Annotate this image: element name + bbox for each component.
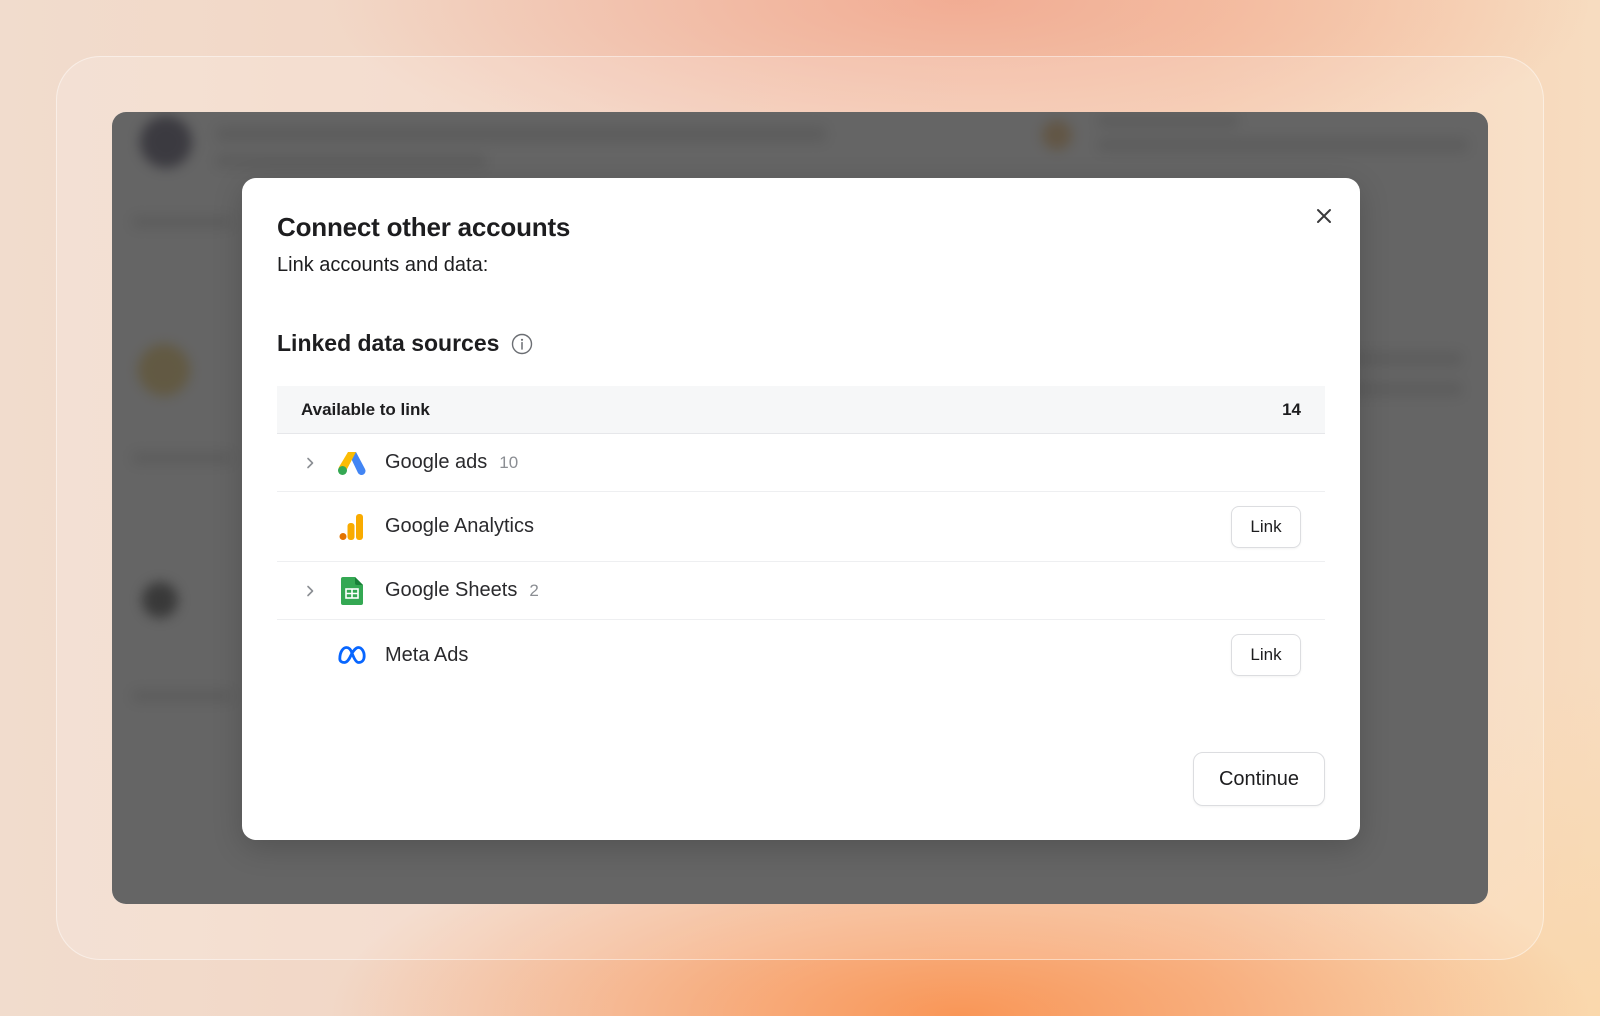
link-google-analytics-button[interactable]: Link <box>1231 505 1301 548</box>
data-sources-table: Available to link 14 Google ads 10 Googl… <box>277 386 1325 690</box>
info-icon[interactable] <box>511 333 533 355</box>
table-header: Available to link 14 <box>277 386 1325 434</box>
source-name: Meta Ads <box>385 644 468 667</box>
source-label: Google Analytics <box>385 515 534 537</box>
source-label: Google Sheets <box>385 579 518 601</box>
source-label: Meta Ads <box>385 643 469 666</box>
source-count: 10 <box>499 453 519 472</box>
close-button[interactable] <box>1308 200 1340 232</box>
section-header: Linked data sources <box>277 330 533 357</box>
source-name: Google Sheets 2 <box>385 579 539 602</box>
source-name: Google Analytics <box>385 515 534 538</box>
table-header-count: 14 <box>1282 399 1301 419</box>
chevron-right-icon[interactable] <box>303 456 317 470</box>
google-analytics-icon <box>337 512 367 542</box>
source-name: Google ads 10 <box>385 451 518 474</box>
table-row[interactable]: Google Sheets 2 <box>277 562 1325 620</box>
table-row[interactable]: Google ads 10 <box>277 434 1325 492</box>
meta-icon <box>337 640 367 670</box>
dialog-subtitle: Link accounts and data: <box>277 254 489 276</box>
table-header-label: Available to link <box>301 399 430 419</box>
chevron-right-icon[interactable] <box>303 584 317 598</box>
close-icon <box>1317 209 1331 223</box>
connect-accounts-dialog: Connect other accounts Link accounts and… <box>242 178 1360 840</box>
table-row: Meta Ads Link <box>277 620 1325 690</box>
section-title: Linked data sources <box>277 330 500 356</box>
google-ads-icon <box>337 448 367 478</box>
continue-button[interactable]: Continue <box>1193 752 1325 806</box>
source-label: Google ads <box>385 451 488 473</box>
table-row: Google Analytics Link <box>277 492 1325 562</box>
link-meta-ads-button[interactable]: Link <box>1231 634 1301 676</box>
google-sheets-icon <box>337 576 367 606</box>
dialog-title: Connect other accounts <box>277 212 571 242</box>
source-count: 2 <box>529 581 539 600</box>
